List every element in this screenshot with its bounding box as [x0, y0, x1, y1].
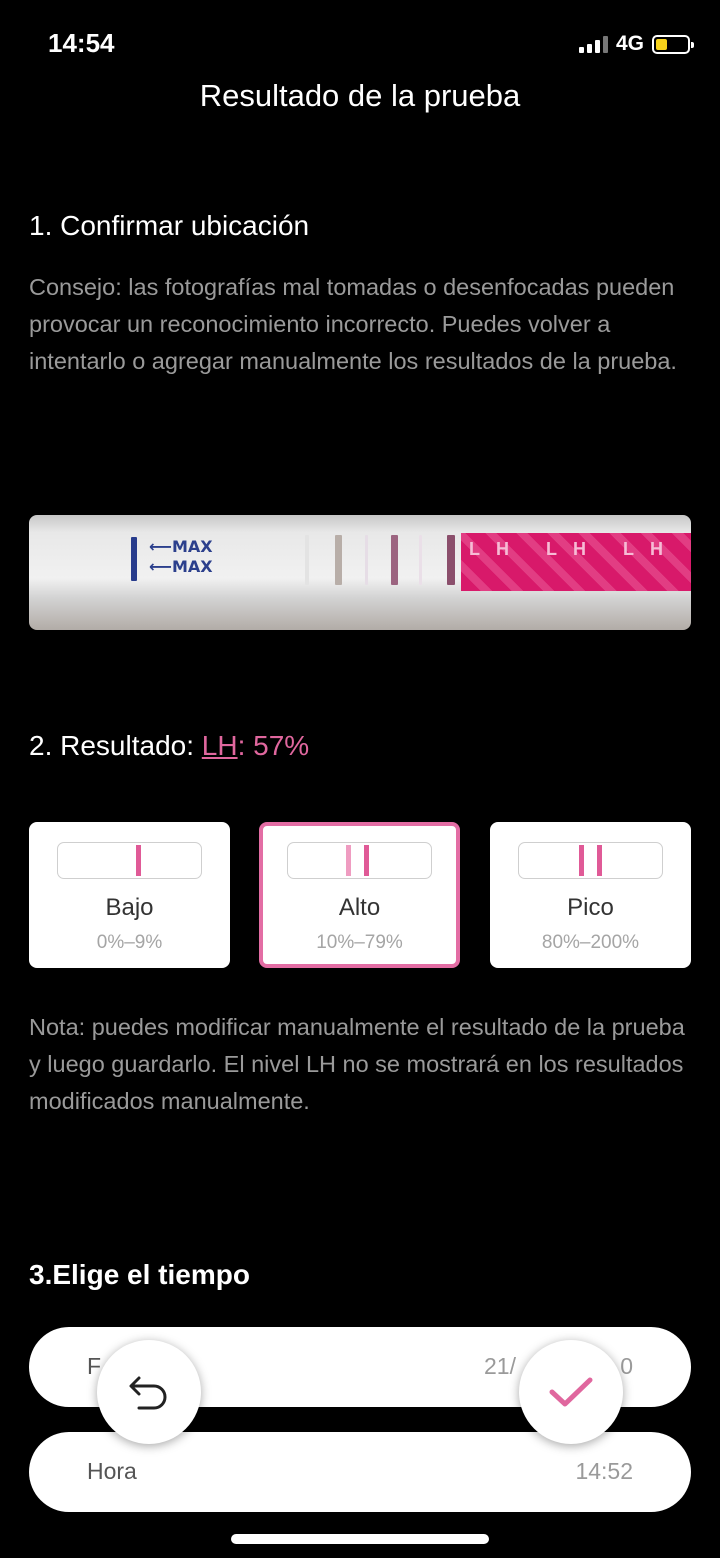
strip-max-label: ⟵MAX ⟵MAX: [149, 537, 213, 576]
status-indicators: 4G: [578, 32, 694, 56]
strip-max-bar: [131, 537, 137, 581]
mini-strip-icon: [57, 842, 202, 879]
time-label: Hora: [87, 1458, 137, 1484]
mini-strip-icon: [287, 842, 432, 879]
level-card-pico[interactable]: Pico 80%–200%: [490, 822, 691, 968]
strip-mark: [365, 535, 368, 585]
date-value-tail: 0: [620, 1353, 633, 1379]
mini-strip-icon: [518, 842, 663, 879]
section-1-title: 1. Confirmar ubicación: [29, 210, 310, 241]
confirm-button[interactable]: [519, 1340, 623, 1444]
time-field[interactable]: Hora 14:52: [29, 1432, 691, 1512]
signal-icon: [578, 35, 608, 53]
battery-icon: [652, 34, 694, 54]
lh-link[interactable]: LH: [202, 730, 238, 761]
back-button[interactable]: [97, 1340, 201, 1444]
home-indicator: [231, 1534, 489, 1544]
date-value: 21/: [484, 1353, 516, 1379]
strip-edge: [305, 535, 309, 585]
strip-mark: [335, 535, 342, 585]
strip-test-line: [391, 535, 398, 585]
page-title: Resultado de la prueba: [199, 78, 521, 113]
time-value: 14:52: [575, 1458, 633, 1484]
level-card-alto[interactable]: Alto 10%–79%: [259, 822, 460, 968]
strip-mark: [419, 535, 422, 585]
level-card-bajo[interactable]: Bajo 0%–9%: [29, 822, 230, 968]
test-strip-photo[interactable]: ⟵MAX ⟵MAX LH LH LH: [29, 515, 691, 630]
check-icon: [549, 1377, 593, 1407]
lh-value: : 57%: [237, 730, 310, 761]
section-3-title: 3.Elige el tiempo: [29, 1259, 250, 1290]
status-time: 14:54: [48, 28, 115, 58]
result-title: 2. Resultado: LH: 57%: [29, 730, 310, 761]
section-1-tip: Consejo: las fotografías mal tomadas o d…: [29, 274, 677, 374]
network-type: 4G: [615, 32, 644, 55]
strip-brand-text: LH LH LH: [469, 539, 679, 559]
strip-control-line: [447, 535, 455, 585]
manual-note: Nota: puedes modificar manualmente el re…: [29, 1014, 685, 1114]
undo-arrow-icon: [129, 1376, 167, 1410]
